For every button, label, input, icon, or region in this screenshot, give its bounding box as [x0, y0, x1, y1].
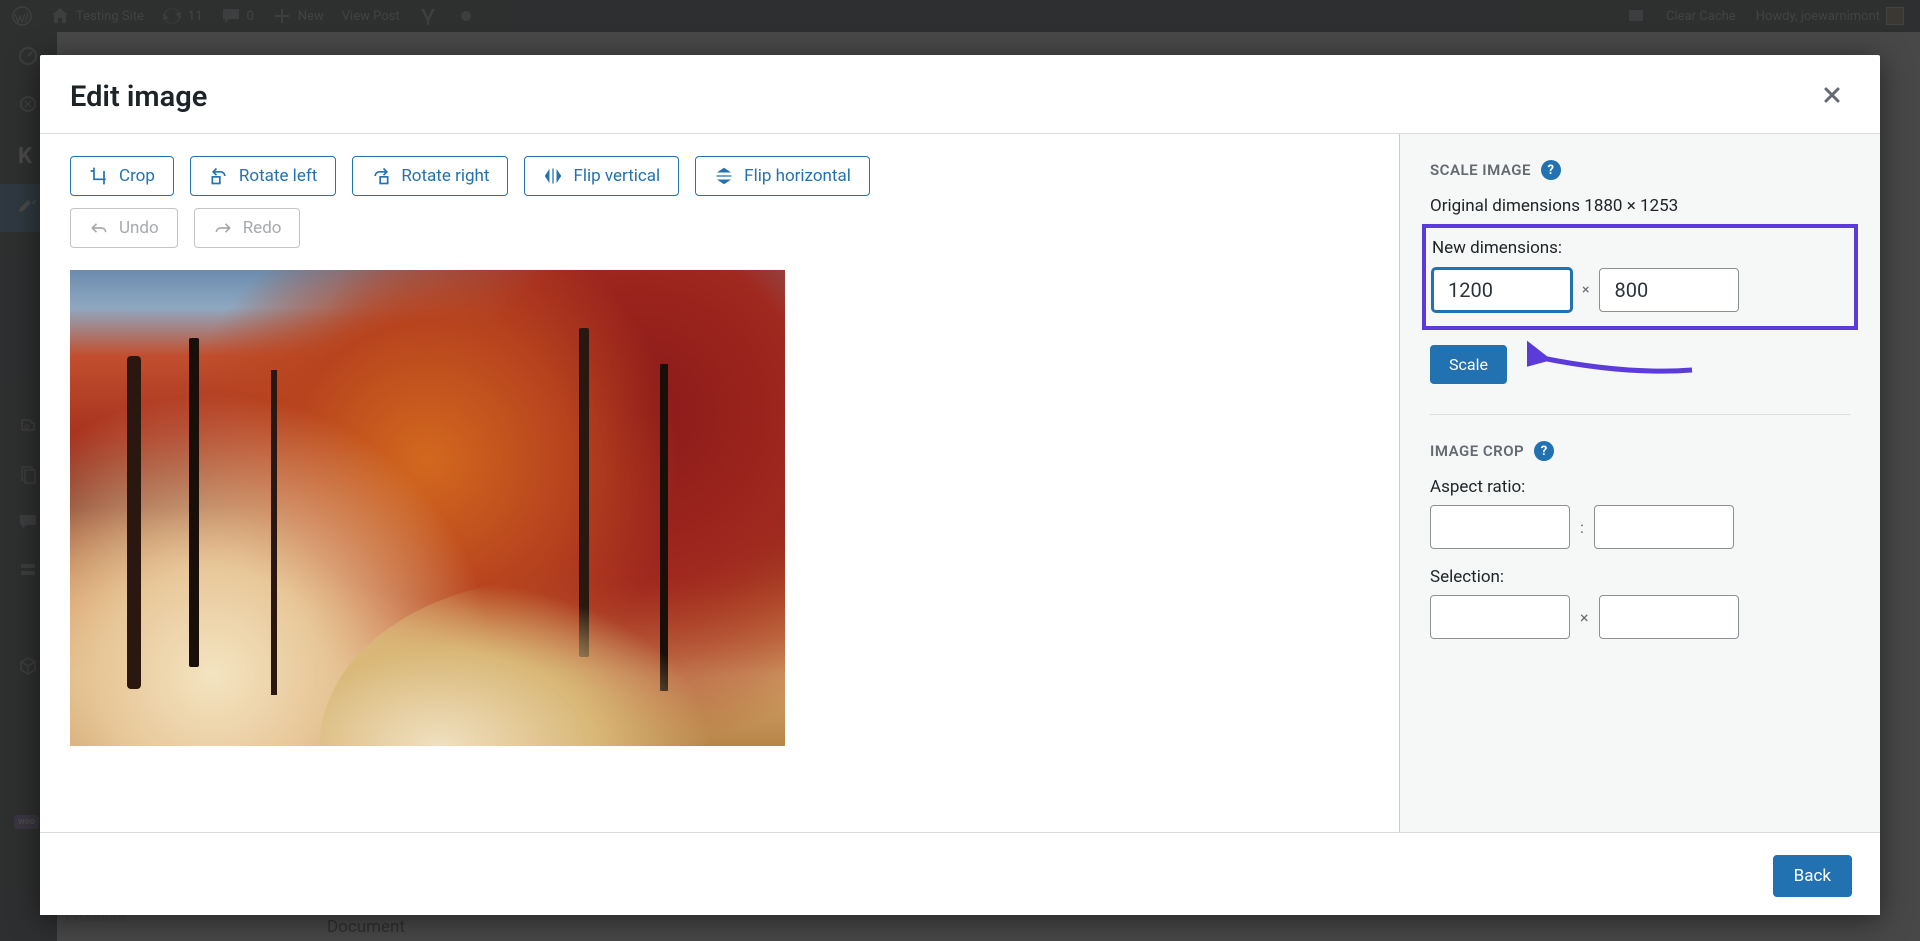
flip-horizontal-button[interactable]: Flip horizontal: [695, 156, 870, 196]
new-dimensions-label: New dimensions:: [1432, 238, 1848, 258]
help-icon[interactable]: ?: [1534, 441, 1554, 461]
undo-icon: [89, 218, 109, 238]
edit-image-modal: Edit image Crop Rotate left: [40, 55, 1880, 915]
help-icon[interactable]: ?: [1541, 160, 1561, 180]
crop-section-title: IMAGE CROP ?: [1430, 441, 1850, 461]
undo-button[interactable]: Undo: [70, 208, 178, 248]
close-icon[interactable]: [1814, 79, 1850, 115]
annotation-arrow: [1527, 340, 1697, 384]
redo-icon: [213, 218, 233, 238]
dimension-separator: ×: [1582, 282, 1589, 298]
aspect-height-input[interactable]: [1594, 505, 1734, 549]
original-dimensions: Original dimensions 1880 × 1253: [1430, 196, 1850, 216]
selection-width-input[interactable]: [1430, 595, 1570, 639]
back-button[interactable]: Back: [1773, 855, 1852, 897]
edit-canvas-area: Crop Rotate left Rotate right Flip verti…: [40, 134, 1400, 832]
flip-horizontal-icon: [714, 166, 734, 186]
scale-button[interactable]: Scale: [1430, 345, 1507, 384]
selection-label: Selection:: [1430, 567, 1850, 587]
crop-icon: [89, 166, 109, 186]
flip-vertical-icon: [543, 166, 563, 186]
modal-title: Edit image: [70, 80, 207, 114]
redo-button[interactable]: Redo: [194, 208, 301, 248]
scale-section-title: SCALE IMAGE ?: [1430, 160, 1850, 180]
crop-button[interactable]: Crop: [70, 156, 174, 196]
side-panel: SCALE IMAGE ? Original dimensions 1880 ×…: [1400, 134, 1880, 832]
modal-header: Edit image: [40, 55, 1880, 134]
flip-vertical-button[interactable]: Flip vertical: [524, 156, 679, 196]
selection-separator: ×: [1580, 608, 1589, 627]
annotation-highlight: New dimensions: ×: [1422, 224, 1858, 330]
history-tools-row: Undo Redo: [70, 208, 1369, 248]
scale-height-input[interactable]: [1599, 268, 1739, 312]
image-tools-row: Crop Rotate left Rotate right Flip verti…: [70, 156, 1369, 196]
image-preview[interactable]: [70, 270, 785, 746]
rotate-left-button[interactable]: Rotate left: [190, 156, 336, 196]
aspect-separator: :: [1580, 518, 1584, 537]
rotate-right-icon: [371, 166, 391, 186]
selection-height-input[interactable]: [1599, 595, 1739, 639]
scale-width-input[interactable]: [1432, 268, 1572, 312]
aspect-width-input[interactable]: [1430, 505, 1570, 549]
modal-footer: Back: [40, 832, 1880, 915]
rotate-right-button[interactable]: Rotate right: [352, 156, 508, 196]
aspect-ratio-label: Aspect ratio:: [1430, 477, 1850, 497]
rotate-left-icon: [209, 166, 229, 186]
panel-divider: [1430, 414, 1850, 415]
